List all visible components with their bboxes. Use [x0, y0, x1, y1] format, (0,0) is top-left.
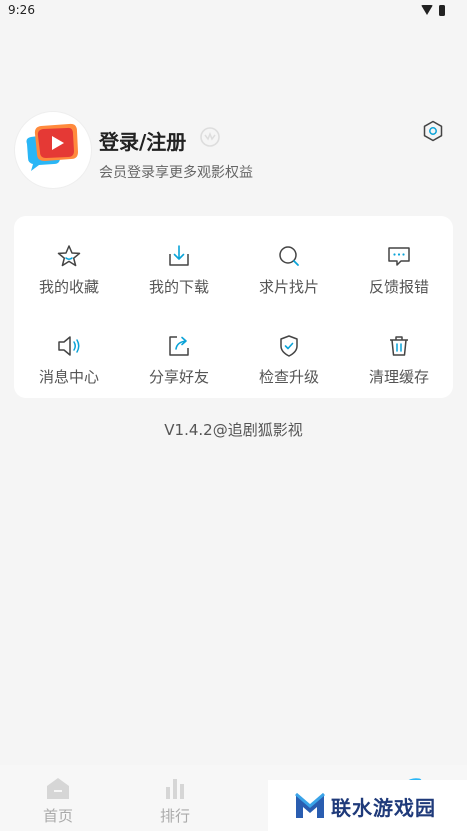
status-icons	[421, 4, 445, 16]
menu-item-label: 检查升级	[258, 368, 319, 386]
shield-check-icon	[280, 335, 298, 357]
status-bar: 9:26	[0, 0, 467, 22]
download-icon	[169, 245, 189, 266]
feedback-icon	[388, 247, 410, 266]
tab-label: 首页	[42, 807, 73, 825]
menu-item-label: 我的收藏	[38, 278, 99, 296]
menu-item-label: 清理缓存	[368, 368, 429, 386]
menu-item-feedback[interactable]: 反馈报错	[344, 222, 454, 302]
watermark-logo: 联水游戏园	[268, 780, 467, 831]
menu-item-clear-cache[interactable]: 清理缓存	[344, 312, 454, 392]
menu-item-request[interactable]: 求片找片	[234, 222, 344, 302]
menu-item-downloads[interactable]: 我的下载	[124, 222, 234, 302]
menu-item-label: 我的下载	[148, 278, 209, 296]
profile-header[interactable]: 登录/注册 会员登录享更多观影权益	[15, 110, 455, 190]
status-time: 9:26	[8, 3, 35, 17]
share-icon	[169, 336, 189, 356]
login-subtitle: 会员登录享更多观影权益	[99, 165, 253, 181]
menu-item-share[interactable]: 分享好友	[124, 312, 234, 392]
video-logo-icon	[26, 123, 78, 171]
star-icon	[57, 245, 81, 267]
app-logo-avatar[interactable]	[15, 112, 91, 188]
vip-badge-icon	[199, 126, 221, 152]
menu-item-label: 求片找片	[258, 278, 319, 296]
version-text: V1.4.2@追剧狐影视	[164, 421, 303, 439]
login-register-link[interactable]: 登录/注册	[99, 126, 186, 155]
wifi-icon	[421, 5, 433, 15]
ranking-icon	[166, 779, 184, 799]
speaker-icon	[58, 336, 80, 356]
watermark-m-icon	[295, 792, 325, 818]
home-icon	[47, 778, 69, 799]
menu-item-upgrade[interactable]: 检查升级	[234, 312, 344, 392]
tab-label: 排行	[159, 807, 190, 825]
watermark-text: 联水游戏园	[331, 796, 436, 820]
menu-item-label: 消息中心	[38, 368, 99, 386]
settings-icon[interactable]	[422, 120, 444, 146]
tab-home[interactable]: 首页	[0, 765, 116, 831]
search-icon	[279, 246, 299, 266]
menu-grid: 我的收藏 我的下载 求片找片 反馈报错 消息中心 分享好友 检查升级 清理缓存	[14, 216, 453, 398]
trash-icon	[390, 336, 408, 356]
battery-icon	[439, 4, 445, 16]
menu-item-label: 反馈报错	[368, 278, 429, 296]
menu-item-favorites[interactable]: 我的收藏	[14, 222, 124, 302]
menu-item-label: 分享好友	[148, 368, 209, 386]
menu-item-messages[interactable]: 消息中心	[14, 312, 124, 392]
tab-ranking[interactable]: 排行	[117, 765, 233, 831]
